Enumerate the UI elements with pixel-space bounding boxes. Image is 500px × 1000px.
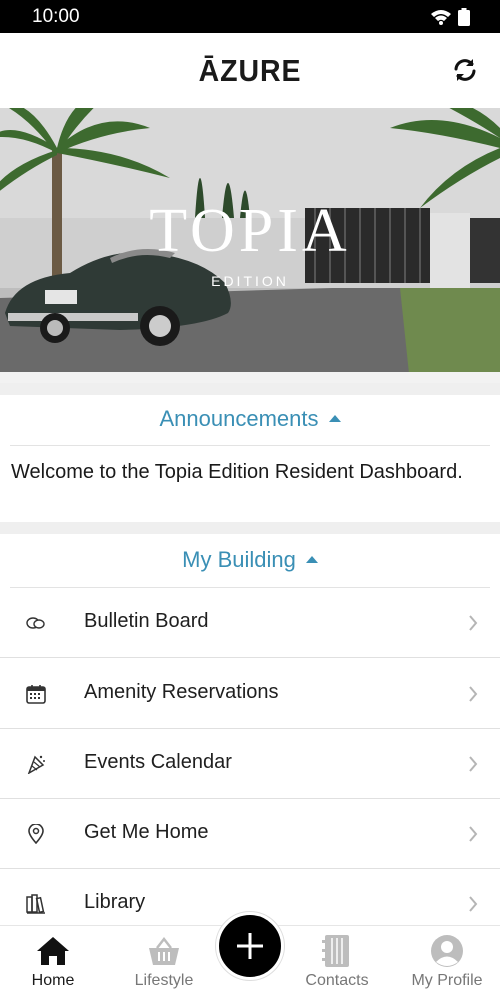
chevron-right-icon — [469, 826, 478, 842]
menu-item-label: Library — [84, 891, 146, 913]
party-icon — [24, 752, 48, 776]
menu-item-events-calendar[interactable]: Events Calendar — [0, 729, 500, 799]
books-icon — [24, 892, 48, 916]
nav-item-contacts[interactable]: Contacts — [287, 926, 387, 1000]
announcements-header[interactable]: Announcements — [10, 391, 490, 446]
refresh-icon — [454, 59, 476, 81]
menu-item-label: Amenity Reservations — [84, 681, 279, 703]
divider — [10, 445, 490, 446]
nav-item-my-profile[interactable]: My Profile — [397, 926, 497, 1000]
home-icon — [3, 934, 103, 968]
hero-banner: TOPIA EDITION — [0, 108, 500, 383]
chevron-right-icon — [469, 615, 478, 631]
refresh-button[interactable] — [450, 55, 480, 85]
basket-icon — [114, 934, 214, 968]
menu-item-label: Events Calendar — [84, 751, 232, 773]
menu-item-amenity-reservations[interactable]: Amenity Reservations — [0, 659, 500, 729]
user-icon — [397, 934, 497, 968]
app-header: ĀZURE — [0, 33, 500, 108]
menu-item-label: Bulletin Board — [84, 610, 209, 632]
wifi-icon — [431, 10, 451, 25]
status-bar: 10:00 — [0, 0, 500, 33]
chevron-right-icon — [469, 896, 478, 912]
status-time: 10:00 — [32, 6, 80, 27]
nav-label: Lifestyle — [134, 972, 194, 989]
menu-item-get-me-home[interactable]: Get Me Home — [0, 799, 500, 869]
hero-subtitle: EDITION — [211, 273, 289, 289]
nav-item-lifestyle[interactable]: Lifestyle — [114, 926, 214, 1000]
nav-item-home[interactable]: Home — [3, 926, 103, 1000]
chat-bubbles-icon — [24, 611, 48, 635]
plus-icon — [237, 933, 263, 959]
chevron-right-icon — [469, 686, 478, 702]
announcement-text: Welcome to the Topia Edition Resident Da… — [11, 461, 463, 483]
chevron-right-icon — [469, 756, 478, 772]
menu-item-label: Get Me Home — [84, 821, 209, 843]
location-pin-icon — [24, 822, 48, 846]
nav-label: Contacts — [305, 972, 369, 989]
battery-icon — [458, 8, 470, 26]
caret-up-icon — [328, 415, 341, 422]
my-building-title: My Building — [182, 546, 296, 572]
nav-label: My Profile — [411, 972, 483, 989]
status-icons — [430, 8, 470, 26]
nav-label: Home — [31, 972, 75, 989]
my-building-header[interactable]: My Building — [10, 532, 490, 587]
caret-up-icon — [305, 556, 318, 563]
address-book-icon — [287, 934, 387, 968]
add-button[interactable] — [216, 912, 284, 980]
brand-logo: ĀZURE — [198, 53, 302, 88]
calendar-icon — [24, 682, 48, 706]
menu-item-bulletin-board[interactable]: Bulletin Board — [0, 588, 500, 658]
hero-title: TOPIA — [149, 197, 351, 265]
announcements-title: Announcements — [159, 405, 319, 431]
